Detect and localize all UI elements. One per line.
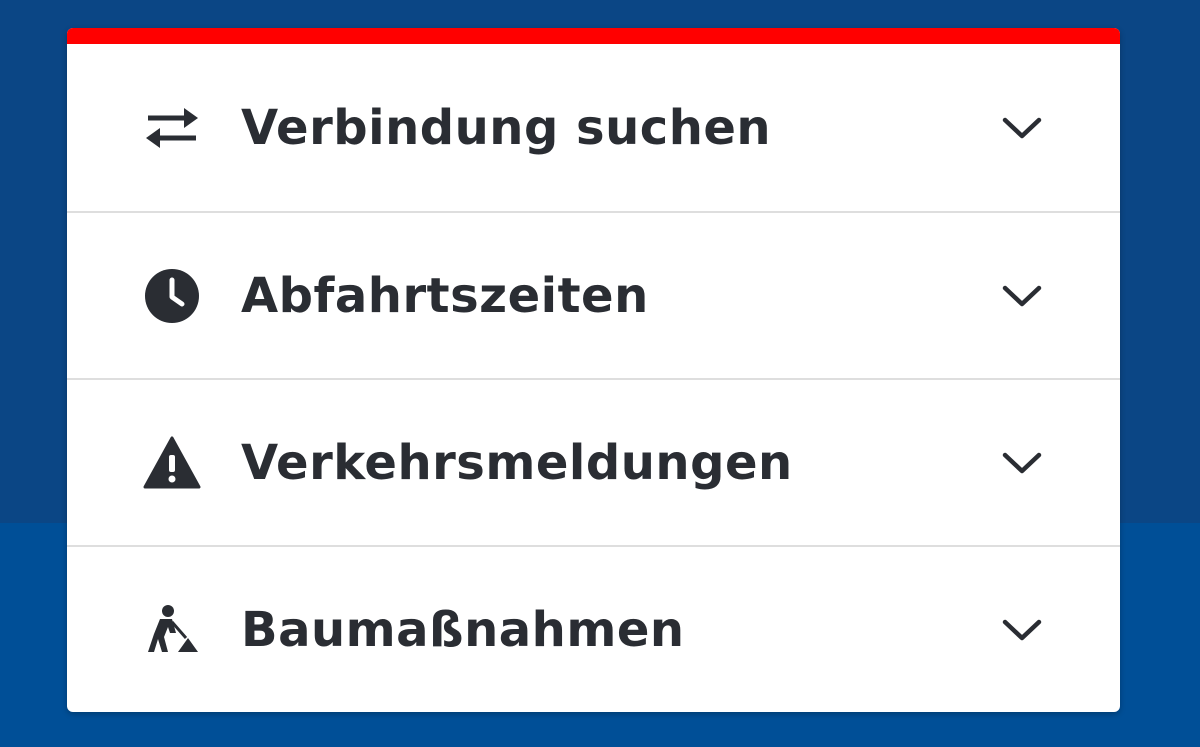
accordion-item-label: Verbindung suchen	[241, 99, 772, 156]
accordion-item-label: Abfahrtszeiten	[241, 267, 649, 324]
accordion-item-verkehrsmeldungen[interactable]: Verkehrsmeldungen	[67, 378, 1120, 545]
accent-bar	[67, 28, 1120, 44]
accordion-item-label: Verkehrsmeldungen	[241, 434, 793, 491]
construction-worker-icon	[142, 600, 202, 660]
accordion-item-abfahrtszeiten[interactable]: Abfahrtszeiten	[67, 211, 1120, 378]
chevron-down-icon[interactable]	[1002, 115, 1042, 141]
accordion-menu-card: Verbindung suchen Abfahrtszeiten Verkehr…	[67, 28, 1120, 712]
chevron-down-icon[interactable]	[1002, 617, 1042, 643]
accordion-item-verbindung-suchen[interactable]: Verbindung suchen	[67, 44, 1120, 211]
accordion-item-baumassnahmen[interactable]: Baumaßnahmen	[67, 545, 1120, 712]
swap-arrows-icon	[142, 98, 202, 158]
accordion-item-label: Baumaßnahmen	[241, 601, 685, 658]
warning-icon	[142, 433, 202, 493]
clock-icon	[142, 266, 202, 326]
chevron-down-icon[interactable]	[1002, 283, 1042, 309]
chevron-down-icon[interactable]	[1002, 450, 1042, 476]
